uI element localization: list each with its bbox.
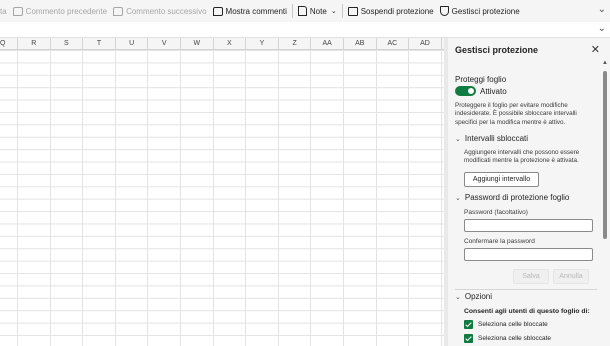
spreadsheet-grid[interactable]: Q R S T U V W X Y Z AA AB AC AD [0,38,444,346]
grid-column-line [17,50,18,346]
sheet-lock-icon [439,6,449,16]
column-header[interactable]: Q [0,38,18,50]
column-header[interactable]: W [181,38,214,50]
option-select-locked[interactable]: Seleziona celle bloccate [464,320,548,329]
previous-comment-label: Commento precedente [25,6,108,16]
add-range-button[interactable]: Aggiungi intervallo [464,172,539,187]
grid-column-line [82,50,84,346]
options-title: Opzioni [464,292,492,301]
grid-column-line [245,50,247,346]
column-header[interactable]: U [116,38,149,50]
suspend-protection-label: Sospendi protezione [360,6,434,16]
password-label: Password (facoltativo) [464,209,528,216]
suspend-protection-button[interactable]: Sospendi protezione [345,2,437,20]
grid-column-line [277,50,279,346]
unlocked-ranges-title: Intervalli sbloccati [464,134,529,143]
scroll-up-arrow-icon[interactable]: ▲ [602,60,608,66]
column-header[interactable]: AA [311,38,344,50]
confirm-password-input[interactable] [464,248,593,261]
partial-button[interactable]: ta [0,2,10,20]
option-label: Seleziona celle sbloccate [478,335,551,342]
option-label: Seleziona celle bloccate [478,321,548,328]
grid-column-line [114,50,116,346]
protect-sheet-description: Proteggere il foglio per evitare modific… [455,102,577,126]
next-comment-label: Commento successivo [126,6,207,16]
save-button[interactable]: Salva [513,269,549,284]
grid-column-line [212,50,214,346]
chevron-down-icon: ⌄ [455,293,461,301]
confirm-password-label: Confermare la password [464,238,535,245]
toolbar-divider [341,4,343,18]
section-divider [455,289,597,290]
checkbox-checked-icon[interactable] [464,334,473,343]
manage-protection-pane: Gestisci protezione ✕ ▲ Proteggi foglio … [448,38,610,346]
scrollbar-thumb[interactable] [603,71,607,239]
password-input[interactable] [464,219,593,232]
column-header[interactable]: T [83,38,116,50]
ribbon-toolbar: ta Commento precedente Commento successi… [0,0,610,22]
column-header-row: Q R S T U V W X Y Z AA AB AC AD [0,38,444,50]
password-section-title: Password di protezione foglio [464,193,570,202]
protect-sheet-toggle[interactable] [455,86,476,96]
grid-column-line [440,50,442,346]
formula-bar[interactable]: ⌄ [0,22,610,38]
cancel-button[interactable]: Annulla [553,269,589,284]
pane-title: Gestisci protezione [455,45,539,55]
column-header[interactable]: AC [377,38,410,50]
checkbox-checked-icon[interactable] [464,320,473,329]
toolbar-divider [291,4,293,18]
password-section-header[interactable]: ⌄ Password di protezione foglio [455,193,569,202]
protect-sheet-title: Proteggi foglio [455,75,507,84]
comment-icon [212,6,223,16]
partial-button-label: ta [0,6,7,16]
chevron-down-icon: ⌄ [455,194,461,202]
notes-label: Note [309,6,327,16]
grid-column-line [147,50,149,346]
note-icon [297,6,307,16]
next-comment-button[interactable]: Commento successivo [110,2,209,20]
options-header[interactable]: ⌄ Opzioni [455,292,492,301]
notes-button[interactable]: Note ⌄ [295,2,340,20]
column-header[interactable]: R [18,38,51,50]
allow-users-label: Consenti agli utenti di questo foglio di… [464,308,590,315]
grid-column-line [408,50,410,346]
column-header[interactable]: X [214,38,247,50]
show-comments-button[interactable]: Mostra commenti [210,2,290,20]
unlocked-ranges-header[interactable]: ⌄ Intervalli sbloccati [455,134,528,143]
ribbon-collapse-chevron-icon[interactable]: ⌄ [598,4,606,15]
grid-column-line [310,50,312,346]
grid-column-line [180,50,181,346]
grid-cells[interactable] [0,50,444,346]
chevron-down-icon: ⌄ [455,135,461,143]
unlocked-ranges-description: Aggiungere intervalli che possono essere… [464,149,580,165]
formula-expand-chevron-icon[interactable]: ⌄ [598,23,606,34]
column-header[interactable]: AB [344,38,377,50]
grid-column-line [49,50,51,346]
close-icon[interactable]: ✕ [591,43,600,56]
manage-protection-button[interactable]: Gestisci protezione [437,2,523,20]
chevron-down-icon: ⌄ [330,8,337,15]
column-header[interactable]: S [51,38,84,50]
grid-column-line [343,50,344,346]
comment-previous-icon [12,6,23,16]
comment-next-icon [113,6,124,16]
column-header[interactable]: V [148,38,181,50]
show-comments-label: Mostra commenti [225,6,287,16]
option-select-unlocked[interactable]: Seleziona celle sbloccate [464,334,551,343]
previous-comment-button[interactable]: Commento precedente [10,2,110,20]
grid-column-line [375,50,377,346]
sheet-unlock-icon [347,6,358,16]
column-header[interactable]: Z [279,38,312,50]
manage-protection-label: Gestisci protezione [451,6,520,16]
column-header[interactable]: AD [409,38,442,50]
protect-sheet-toggle-label: Attivato [480,87,507,96]
column-header[interactable]: Y [246,38,279,50]
